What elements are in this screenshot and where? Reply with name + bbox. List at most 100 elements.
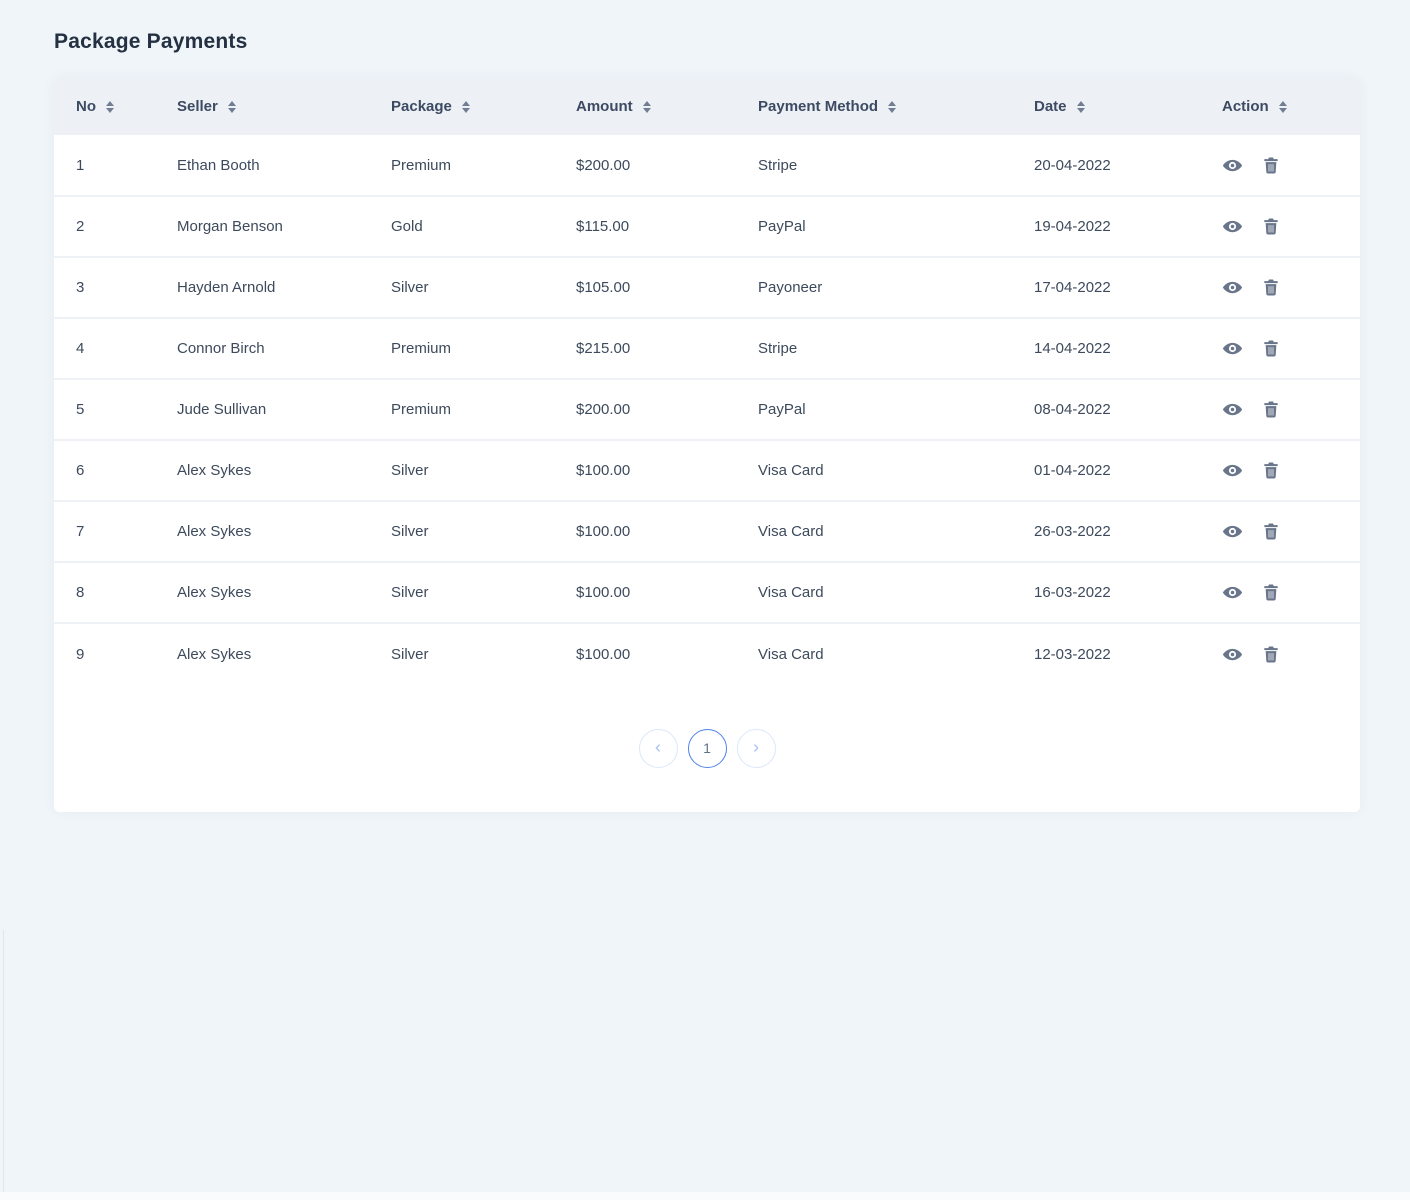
sort-icon[interactable] bbox=[888, 101, 896, 113]
cell-payment_method: Visa Card bbox=[758, 501, 1034, 562]
sort-icon[interactable] bbox=[228, 101, 236, 113]
cell-package: Silver bbox=[391, 501, 576, 562]
view-button[interactable] bbox=[1222, 460, 1243, 481]
cell-date: 26-03-2022 bbox=[1034, 501, 1222, 562]
view-button[interactable] bbox=[1222, 338, 1243, 359]
cell-no: 3 bbox=[54, 257, 177, 318]
column-header-payment_method[interactable]: Payment Method bbox=[758, 78, 1034, 135]
view-button[interactable] bbox=[1222, 582, 1243, 603]
delete-button[interactable] bbox=[1263, 278, 1279, 297]
pagination-prev-button[interactable] bbox=[639, 729, 678, 768]
cell-no: 9 bbox=[54, 623, 177, 684]
eye-icon bbox=[1222, 277, 1243, 298]
pagination-next-button[interactable] bbox=[737, 729, 776, 768]
view-button[interactable] bbox=[1222, 216, 1243, 237]
cell-action bbox=[1222, 440, 1360, 501]
page-bottom-strip bbox=[0, 1192, 1410, 1200]
eye-icon bbox=[1222, 460, 1243, 481]
delete-button[interactable] bbox=[1263, 461, 1279, 480]
trash-icon bbox=[1263, 645, 1279, 664]
delete-button[interactable] bbox=[1263, 217, 1279, 236]
eye-icon bbox=[1222, 399, 1243, 420]
column-header-no[interactable]: No bbox=[54, 78, 177, 135]
content-left-edge-divider bbox=[3, 930, 4, 1200]
sort-icon[interactable] bbox=[462, 101, 470, 113]
table-row: 7Alex SykesSilver$100.00Visa Card26-03-2… bbox=[54, 501, 1360, 562]
cell-amount: $200.00 bbox=[576, 379, 758, 440]
view-button[interactable] bbox=[1222, 644, 1243, 665]
cell-action bbox=[1222, 257, 1360, 318]
table-row: 1Ethan BoothPremium$200.00Stripe20-04-20… bbox=[54, 135, 1360, 196]
delete-button[interactable] bbox=[1263, 583, 1279, 602]
cell-amount: $105.00 bbox=[576, 257, 758, 318]
cell-payment_method: Payoneer bbox=[758, 257, 1034, 318]
sort-icon[interactable] bbox=[106, 101, 114, 113]
column-header-amount[interactable]: Amount bbox=[576, 78, 758, 135]
trash-icon bbox=[1263, 217, 1279, 236]
table-row: 5Jude SullivanPremium$200.00PayPal08-04-… bbox=[54, 379, 1360, 440]
cell-action bbox=[1222, 379, 1360, 440]
cell-date: 20-04-2022 bbox=[1034, 135, 1222, 196]
column-label: Amount bbox=[576, 98, 633, 115]
cell-no: 5 bbox=[54, 379, 177, 440]
delete-button[interactable] bbox=[1263, 645, 1279, 664]
cell-package: Silver bbox=[391, 562, 576, 623]
delete-button[interactable] bbox=[1263, 156, 1279, 175]
cell-payment_method: Visa Card bbox=[758, 562, 1034, 623]
trash-icon bbox=[1263, 400, 1279, 419]
table-row: 4Connor BirchPremium$215.00Stripe14-04-2… bbox=[54, 318, 1360, 379]
view-button[interactable] bbox=[1222, 277, 1243, 298]
column-header-package[interactable]: Package bbox=[391, 78, 576, 135]
column-header-seller[interactable]: Seller bbox=[177, 78, 391, 135]
delete-button[interactable] bbox=[1263, 339, 1279, 358]
view-button[interactable] bbox=[1222, 155, 1243, 176]
delete-button[interactable] bbox=[1263, 522, 1279, 541]
payments-table-card: No SellerPackage Amount Payment Method Date A… bbox=[54, 78, 1360, 812]
cell-seller: Ethan Booth bbox=[177, 135, 391, 196]
table-header-row: No SellerPackage Amount Payment Method Date A… bbox=[54, 78, 1360, 135]
cell-seller: Alex Sykes bbox=[177, 623, 391, 684]
column-label: Payment Method bbox=[758, 98, 878, 115]
eye-icon bbox=[1222, 155, 1243, 176]
cell-package: Gold bbox=[391, 196, 576, 257]
cell-amount: $100.00 bbox=[576, 562, 758, 623]
column-label: Date bbox=[1034, 98, 1067, 115]
trash-icon bbox=[1263, 461, 1279, 480]
pagination-page-button[interactable]: 1 bbox=[688, 729, 727, 768]
trash-icon bbox=[1263, 583, 1279, 602]
cell-payment_method: Visa Card bbox=[758, 623, 1034, 684]
view-button[interactable] bbox=[1222, 521, 1243, 542]
cell-payment_method: PayPal bbox=[758, 196, 1034, 257]
cell-amount: $215.00 bbox=[576, 318, 758, 379]
cell-seller: Connor Birch bbox=[177, 318, 391, 379]
cell-seller: Alex Sykes bbox=[177, 501, 391, 562]
cell-no: 4 bbox=[54, 318, 177, 379]
sort-icon[interactable] bbox=[643, 101, 651, 113]
sort-icon[interactable] bbox=[1077, 101, 1085, 113]
cell-date: 17-04-2022 bbox=[1034, 257, 1222, 318]
column-label: Package bbox=[391, 98, 452, 115]
view-button[interactable] bbox=[1222, 399, 1243, 420]
column-header-action[interactable]: Action bbox=[1222, 78, 1360, 135]
cell-payment_method: Stripe bbox=[758, 135, 1034, 196]
trash-icon bbox=[1263, 522, 1279, 541]
delete-button[interactable] bbox=[1263, 400, 1279, 419]
cell-action bbox=[1222, 501, 1360, 562]
column-label: No bbox=[76, 98, 96, 115]
cell-date: 16-03-2022 bbox=[1034, 562, 1222, 623]
sort-icon[interactable] bbox=[1279, 101, 1287, 113]
cell-amount: $100.00 bbox=[576, 623, 758, 684]
column-header-date[interactable]: Date bbox=[1034, 78, 1222, 135]
cell-date: 12-03-2022 bbox=[1034, 623, 1222, 684]
cell-date: 19-04-2022 bbox=[1034, 196, 1222, 257]
cell-action bbox=[1222, 562, 1360, 623]
cell-payment_method: PayPal bbox=[758, 379, 1034, 440]
cell-date: 01-04-2022 bbox=[1034, 440, 1222, 501]
cell-package: Silver bbox=[391, 440, 576, 501]
chevron-right-icon bbox=[750, 742, 762, 754]
cell-amount: $100.00 bbox=[576, 440, 758, 501]
cell-package: Silver bbox=[391, 257, 576, 318]
cell-amount: $200.00 bbox=[576, 135, 758, 196]
cell-no: 6 bbox=[54, 440, 177, 501]
cell-no: 8 bbox=[54, 562, 177, 623]
